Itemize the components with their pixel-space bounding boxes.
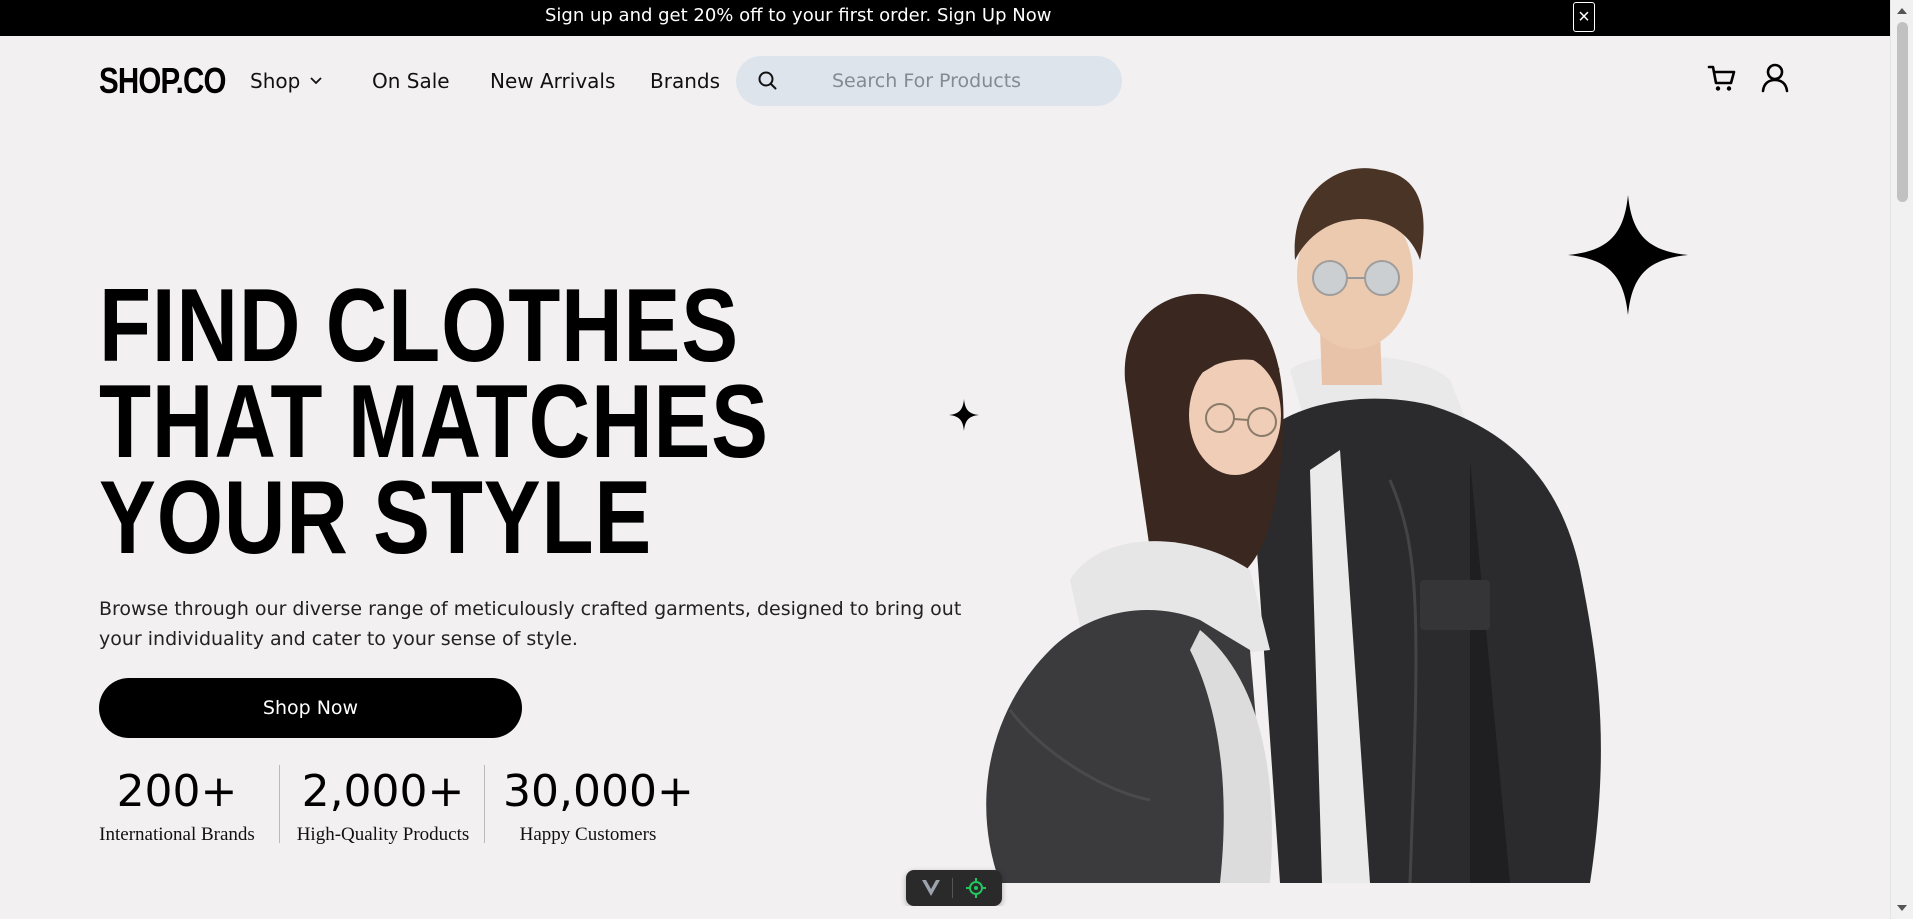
stat-divider [484,765,485,843]
announcement-bar: Sign up and get 20% off to your first or… [0,0,1890,36]
nav-brands[interactable]: Brands [650,66,720,96]
stat-label: International Brands [99,824,255,845]
female-model-figure [986,293,1284,883]
hero-title: FIND CLOTHES THAT MATCHES YOUR STYLE [99,268,769,576]
stat-divider [279,765,280,843]
search-bar [736,56,1122,106]
announcement-text[interactable]: Sign up and get 20% off to your first or… [545,0,1051,36]
vue-logo-icon[interactable] [922,880,941,896]
sparkle-large-icon [1568,195,1688,315]
cart-icon[interactable] [1707,63,1737,93]
page-bottom-edge [0,906,1890,919]
search-input[interactable] [832,56,1112,106]
nav-shop-label: Shop [250,69,301,93]
stat-customers: 30,000+ Happy Customers [503,760,694,846]
scroll-down-arrow-icon[interactable] [1891,899,1913,917]
hero-description: Browse through our diverse range of meti… [99,598,962,650]
stat-value: 30,000+ [503,766,694,817]
hero-title-line: FIND CLOTHES [99,268,739,384]
search-icon[interactable] [756,69,780,93]
stat-label: High-Quality Products [296,824,470,845]
hero-title-line: YOUR STYLE [99,460,653,576]
page-scrollbar[interactable] [1890,0,1913,919]
toolbar-separator [952,878,954,898]
male-model-figure [1250,168,1601,883]
nav-on-sale[interactable]: On Sale [372,66,450,96]
scroll-up-arrow-icon[interactable] [1891,2,1913,20]
target-crosshair-icon[interactable] [965,878,986,898]
scrollbar-thumb[interactable] [1897,22,1908,202]
shop-now-button[interactable]: Shop Now [99,678,522,738]
site-logo[interactable]: SHOP.CO [99,58,226,104]
stat-value: 2,000+ [301,766,465,817]
chevron-down-icon [310,77,322,85]
close-announcement-button[interactable]: × [1573,2,1595,32]
stat-label: Happy Customers [519,824,657,845]
nav-shop-dropdown[interactable]: Shop [250,66,322,96]
stat-brands: 200+ International Brands [99,760,255,846]
hero-title-line: THAT MATCHES [99,364,769,480]
stat-value: 200+ [116,766,238,817]
stat-products: 2,000+ High-Quality Products [295,760,471,846]
nav-new-arrivals[interactable]: New Arrivals [490,66,615,96]
floating-toolbar [906,870,1002,906]
user-icon[interactable] [1761,63,1789,93]
sparkle-small-icon [949,399,979,431]
